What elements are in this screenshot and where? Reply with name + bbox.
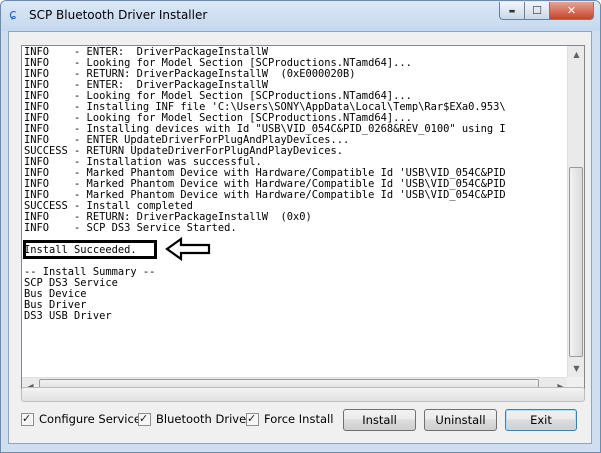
scroll-down-icon[interactable]: ▼	[568, 360, 584, 377]
maximize-icon: ☐	[532, 4, 542, 17]
log-lines: INFO - ENTER: DriverPackageInstallW INFO …	[24, 47, 568, 377]
scroll-up-icon[interactable]: ▲	[568, 46, 584, 63]
check-icon: ✓	[22, 411, 32, 425]
log-line: Bus Device	[24, 288, 87, 300]
left-arrow-icon	[165, 237, 211, 261]
vertical-scroll-thumb[interactable]	[569, 167, 583, 357]
title-bar[interactable]: ɕ SCP Bluetooth Driver Installer ▬ ☐ ✕	[1, 1, 600, 31]
checkbox-box[interactable]: ✓	[21, 411, 34, 426]
client-area: INFO - ENTER: DriverPackageInstallW INFO …	[8, 31, 592, 444]
vertical-scrollbar[interactable]: ▲ ▼	[567, 46, 584, 377]
check-icon: ✓	[139, 411, 149, 425]
check-icon: ✓	[247, 411, 257, 425]
force-install-label: Force Install	[264, 412, 334, 426]
configure-service-label: Configure Service	[39, 412, 141, 426]
window-controls: ▬ ☐ ✕	[499, 2, 594, 21]
install-progress-bar	[21, 387, 585, 402]
configure-service-checkbox[interactable]: ✓ Configure Service	[21, 412, 141, 426]
maximize-button[interactable]: ☐	[525, 2, 550, 20]
uninstall-button[interactable]: Uninstall	[424, 409, 497, 431]
close-icon: ✕	[566, 4, 577, 17]
log-line: INFO - SCP DS3 Service Started.	[24, 222, 237, 234]
log-line: DS3 USB Driver	[24, 310, 112, 322]
force-install-checkbox[interactable]: ✓ Force Install	[246, 412, 333, 426]
bluetooth-driver-checkbox[interactable]: ✓ Bluetooth Driver	[138, 412, 251, 426]
installer-window: ɕ SCP Bluetooth Driver Installer ▬ ☐ ✕ I…	[0, 0, 601, 453]
window-title: SCP Bluetooth Driver Installer	[29, 8, 208, 22]
app-icon: ɕ	[9, 7, 17, 23]
minimize-icon: ▬	[508, 6, 516, 15]
log-line: SCP DS3 Service	[24, 277, 118, 289]
checkbox-box[interactable]: ✓	[246, 411, 259, 426]
install-button[interactable]: Install	[343, 409, 416, 431]
close-button[interactable]: ✕	[550, 2, 594, 20]
exit-button[interactable]: Exit	[505, 409, 577, 431]
success-highlight-box	[23, 240, 157, 259]
checkbox-box[interactable]: ✓	[138, 411, 151, 426]
log-output[interactable]: INFO - ENTER: DriverPackageInstallW INFO …	[21, 45, 585, 395]
bluetooth-driver-label: Bluetooth Driver	[156, 412, 251, 426]
options-and-actions: ✓ Configure Service ✓ Bluetooth Driver ✓…	[21, 408, 585, 432]
minimize-button[interactable]: ▬	[499, 2, 525, 20]
